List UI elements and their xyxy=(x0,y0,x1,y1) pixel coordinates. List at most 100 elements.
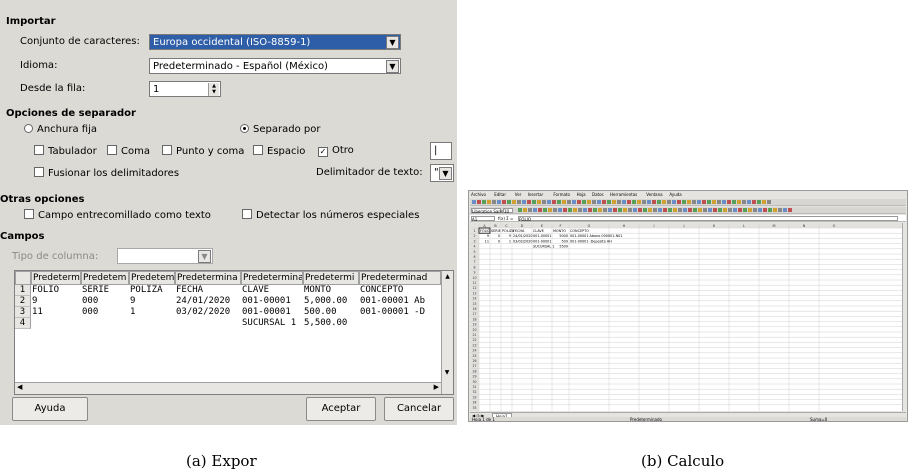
menu-item[interactable]: Ayuda xyxy=(669,192,681,197)
sheet-cell[interactable]: 001-00001 -Deposito AH xyxy=(570,239,612,243)
toolbar-button-icon[interactable] xyxy=(718,208,722,212)
toolbar-button-icon[interactable] xyxy=(517,200,521,204)
toolbar-button-icon[interactable] xyxy=(627,200,631,204)
semicolon-checkbox[interactable]: Punto y coma xyxy=(162,145,244,157)
toolbar-button-icon[interactable] xyxy=(713,208,717,212)
grid-cell[interactable]: 5,500.00 xyxy=(304,318,359,329)
ok-button[interactable]: Aceptar xyxy=(306,397,376,421)
toolbar-button-icon[interactable] xyxy=(642,200,646,204)
toolbar-button-icon[interactable] xyxy=(622,200,626,204)
toolbar-button-icon[interactable] xyxy=(618,208,622,212)
toolbar-button-icon[interactable] xyxy=(472,200,476,204)
column-header[interactable]: O xyxy=(833,224,836,228)
column-header[interactable]: I xyxy=(653,224,654,228)
text-delimiter-select[interactable]: " ▼ xyxy=(430,164,454,182)
sheet-cell[interactable]: CLAVE xyxy=(533,229,544,233)
sheet-cell[interactable]: 0 xyxy=(498,234,500,238)
grid-cell[interactable]: 5,000.00 xyxy=(304,296,359,307)
space-checkbox[interactable]: Espacio xyxy=(253,145,305,157)
toolbar-button-icon[interactable] xyxy=(767,200,771,204)
toolbar-button-icon[interactable] xyxy=(647,200,651,204)
toolbar-button-icon[interactable] xyxy=(533,208,537,212)
toolbar-button-icon[interactable] xyxy=(768,208,772,212)
sheet-cell[interactable]: 24/01/2020 xyxy=(513,234,533,238)
menu-item[interactable]: Hoja xyxy=(577,192,586,197)
toolbar-button-icon[interactable] xyxy=(737,200,741,204)
sheet-cell[interactable]: 500 xyxy=(562,239,568,243)
toolbar-button-icon[interactable] xyxy=(662,200,666,204)
toolbar-button-icon[interactable] xyxy=(702,200,706,204)
scroll-left-icon[interactable]: ◀ xyxy=(17,383,22,391)
toolbar-button-icon[interactable] xyxy=(608,208,612,212)
horizontal-scrollbar[interactable]: ◀ ▶ xyxy=(15,382,441,394)
toolbar-button-icon[interactable] xyxy=(537,200,541,204)
column-header[interactable]: F xyxy=(559,224,561,228)
toolbar-button-icon[interactable] xyxy=(748,208,752,212)
sheet-cell[interactable]: FOLIO xyxy=(480,229,491,233)
toolbar-button-icon[interactable] xyxy=(562,200,566,204)
merge-delimiters-checkbox[interactable]: Fusionar los delimitadores xyxy=(34,167,179,179)
sheet-cell[interactable]: 9 xyxy=(487,234,489,238)
grid-cell[interactable]: 1 xyxy=(130,307,175,318)
scroll-up-icon[interactable]: ▲ xyxy=(442,271,453,283)
grid-cell[interactable]: CONCEPTO xyxy=(360,285,441,296)
grid-cell[interactable]: 000 xyxy=(82,307,129,318)
grid-cell[interactable]: SERIE xyxy=(82,285,129,296)
grid-cell[interactable] xyxy=(32,318,81,329)
toolbar-button-icon[interactable] xyxy=(613,208,617,212)
menu-item[interactable]: Herramientas xyxy=(610,192,637,197)
toolbar-button-icon[interactable] xyxy=(693,208,697,212)
toolbar-button-icon[interactable] xyxy=(637,200,641,204)
grid-cell[interactable] xyxy=(82,318,129,329)
toolbar-button-icon[interactable] xyxy=(708,208,712,212)
chevron-down-icon[interactable]: ▼ xyxy=(386,36,399,49)
tab-checkbox[interactable]: Tabulador xyxy=(34,145,97,157)
toolbar-button-icon[interactable] xyxy=(497,200,501,204)
sheet-cell[interactable]: SUCURSAL 1 xyxy=(533,245,555,249)
grid-cell[interactable] xyxy=(130,318,175,329)
sheet-cell[interactable]: FECHA xyxy=(513,229,525,233)
grid-column-header[interactable]: Predetermi xyxy=(303,271,359,285)
toolbar-button-icon[interactable] xyxy=(512,200,516,204)
toolbar-button-icon[interactable] xyxy=(732,200,736,204)
calc-vertical-scrollbar[interactable] xyxy=(902,223,907,411)
toolbar-button-icon[interactable] xyxy=(683,208,687,212)
toolbar-button-icon[interactable] xyxy=(783,208,787,212)
toolbar-button-icon[interactable] xyxy=(492,200,496,204)
toolbar-button-icon[interactable] xyxy=(668,208,672,212)
sheet-cell[interactable]: 03/02/2020 xyxy=(513,239,533,243)
column-header[interactable]: H xyxy=(623,224,626,228)
column-header[interactable]: J xyxy=(682,224,684,228)
toolbar-button-icon[interactable] xyxy=(747,200,751,204)
toolbar-button-icon[interactable] xyxy=(542,200,546,204)
toolbar-button-icon[interactable] xyxy=(543,208,547,212)
toolbar-button-icon[interactable] xyxy=(588,208,592,212)
toolbar-button-icon[interactable] xyxy=(758,208,762,212)
toolbar-button-icon[interactable] xyxy=(563,208,567,212)
toolbar-button-icon[interactable] xyxy=(762,200,766,204)
separated-by-radio[interactable]: Separado por xyxy=(240,124,320,135)
toolbar-button-icon[interactable] xyxy=(567,200,571,204)
toolbar-button-icon[interactable] xyxy=(678,208,682,212)
toolbar-button-icon[interactable] xyxy=(592,200,596,204)
toolbar-button-icon[interactable] xyxy=(722,200,726,204)
preview-grid[interactable]: Predeterm Predetem Predetem Predetermina… xyxy=(14,270,454,395)
toolbar-button-icon[interactable] xyxy=(597,200,601,204)
toolbar-button-icon[interactable] xyxy=(663,208,667,212)
column-header[interactable]: N xyxy=(803,224,806,228)
menu-item[interactable]: Archivo xyxy=(471,192,486,197)
grid-cell[interactable]: 001-00001 xyxy=(242,296,303,307)
toolbar-button-icon[interactable] xyxy=(527,200,531,204)
toolbar-button-icon[interactable] xyxy=(677,200,681,204)
column-type-select[interactable]: ▼ xyxy=(117,248,213,264)
toolbar-button-icon[interactable] xyxy=(548,208,552,212)
toolbar-button-icon[interactable] xyxy=(528,208,532,212)
sheet-cell[interactable]: 9 xyxy=(509,234,511,238)
column-header[interactable]: L xyxy=(743,224,745,228)
toolbar-button-icon[interactable] xyxy=(728,208,732,212)
toolbar-button-icon[interactable] xyxy=(598,208,602,212)
chevron-down-icon[interactable]: ▼ xyxy=(386,60,399,73)
toolbar-button-icon[interactable] xyxy=(697,200,701,204)
quoted-as-text-checkbox[interactable]: Campo entrecomillado como texto xyxy=(24,209,211,221)
grid-cell[interactable]: MONTO xyxy=(304,285,359,296)
